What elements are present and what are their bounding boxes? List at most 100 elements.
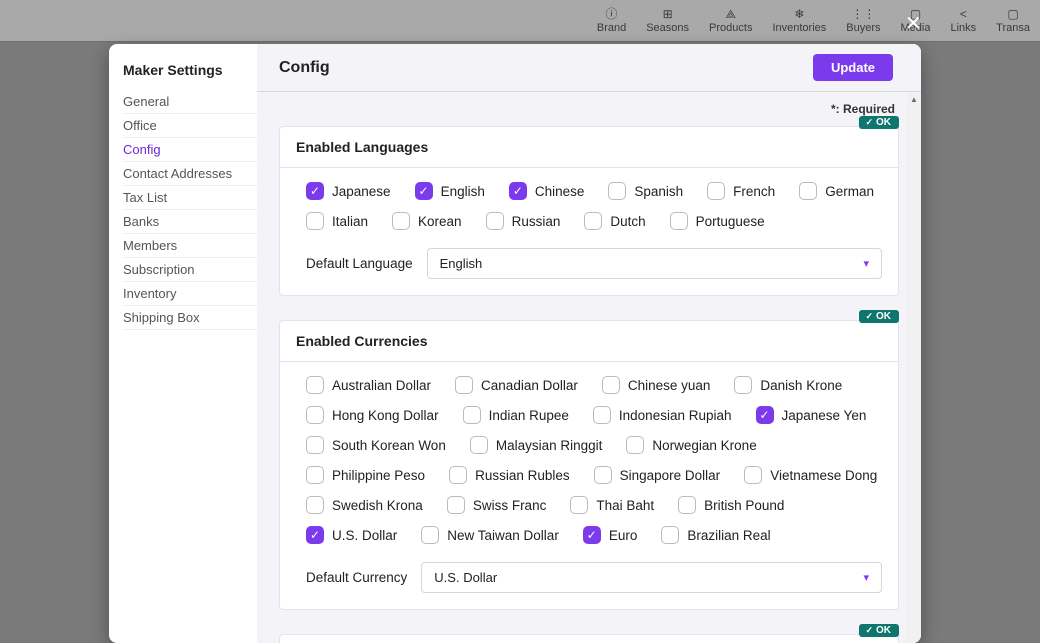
currency-checkbox[interactable]: Vietnamese Dong — [744, 466, 877, 484]
checkbox-icon — [306, 212, 324, 230]
scrollbar[interactable]: ▲ — [907, 92, 921, 643]
default-language-label: Default Language — [306, 256, 413, 271]
topnav-item[interactable]: ❄Inventories — [762, 6, 836, 36]
topnav-icon: ⟁ — [725, 8, 736, 20]
checkbox-label: Singapore Dollar — [620, 468, 721, 483]
currency-checkbox[interactable]: Chinese yuan — [602, 376, 711, 394]
checkbox-icon — [626, 436, 644, 454]
checkbox-icon: ✓ — [306, 526, 324, 544]
languages-card: OK Enabled Languages ✓Japanese✓English✓C… — [279, 126, 899, 296]
checkbox-icon — [799, 182, 817, 200]
content-scroll[interactable]: *: Required OK Enabled Languages ✓Japane… — [257, 92, 921, 643]
currency-checkbox[interactable]: South Korean Won — [306, 436, 446, 454]
topnav-item[interactable]: ⊞Seasons — [636, 6, 699, 36]
checkbox-icon — [584, 212, 602, 230]
currency-checkbox[interactable]: ✓Japanese Yen — [756, 406, 867, 424]
topnav-icon: ⋮⋮ — [851, 8, 875, 20]
default-language-select[interactable]: English ▾ — [427, 248, 882, 279]
sidebar: Maker Settings GeneralOfficeConfigContac… — [109, 44, 257, 643]
language-checkbox[interactable]: Dutch — [584, 212, 645, 230]
checkbox-icon — [594, 466, 612, 484]
currency-checkbox[interactable]: Thai Baht — [570, 496, 654, 514]
currency-checkbox[interactable]: Australian Dollar — [306, 376, 431, 394]
topnav-item[interactable]: <Links — [940, 6, 986, 36]
checkbox-label: Chinese — [535, 184, 585, 199]
currency-checkbox[interactable]: Singapore Dollar — [594, 466, 721, 484]
sidebar-item[interactable]: Contact Addresses — [123, 162, 257, 186]
checkbox-icon — [455, 376, 473, 394]
checkbox-label: Italian — [332, 214, 368, 229]
currency-checkbox[interactable]: Malaysian Ringgit — [470, 436, 603, 454]
language-checkbox[interactable]: ✓Chinese — [509, 182, 585, 200]
page-title: Config — [279, 59, 330, 77]
checkbox-label: Swiss Franc — [473, 498, 547, 513]
currency-checkbox[interactable]: British Pound — [678, 496, 784, 514]
topnav-item[interactable]: ⋮⋮Buyers — [836, 6, 890, 36]
currency-checkbox[interactable]: Indonesian Rupiah — [593, 406, 732, 424]
language-checkbox[interactable]: Portuguese — [670, 212, 765, 230]
language-checkbox[interactable]: ✓Japanese — [306, 182, 391, 200]
checkbox-label: Chinese yuan — [628, 378, 711, 393]
currency-checkbox[interactable]: Hong Kong Dollar — [306, 406, 439, 424]
chevron-down-icon: ▾ — [863, 571, 869, 584]
currency-checkbox[interactable]: Swedish Krona — [306, 496, 423, 514]
checkbox-label: Japanese — [332, 184, 391, 199]
language-checkbox[interactable]: Spanish — [608, 182, 683, 200]
checkbox-label: Vietnamese Dong — [770, 468, 877, 483]
topnav-item[interactable]: ▢Transa — [986, 6, 1040, 36]
currency-checkbox[interactable]: New Taiwan Dollar — [421, 526, 559, 544]
sidebar-item[interactable]: Shipping Box — [123, 306, 257, 330]
language-checkbox[interactable]: Korean — [392, 212, 462, 230]
sidebar-item[interactable]: Members — [123, 234, 257, 258]
checkbox-label: New Taiwan Dollar — [447, 528, 559, 543]
chevron-down-icon: ▾ — [863, 257, 869, 270]
currency-checkbox[interactable]: Swiss Franc — [447, 496, 547, 514]
sidebar-title: Maker Settings — [123, 62, 257, 78]
sidebar-item[interactable]: Inventory — [123, 282, 257, 306]
checkbox-icon — [707, 182, 725, 200]
language-checkbox[interactable]: German — [799, 182, 874, 200]
currency-checkbox[interactable]: Philippine Peso — [306, 466, 425, 484]
ok-badge: OK — [859, 624, 899, 637]
default-currency-label: Default Currency — [306, 570, 407, 585]
topnav-item[interactable]: ⓘBrand — [587, 6, 636, 36]
checkbox-label: British Pound — [704, 498, 784, 513]
sidebar-item[interactable]: Banks — [123, 210, 257, 234]
currencies-card: OK Enabled Currencies Australian DollarC… — [279, 320, 899, 610]
checkbox-icon — [661, 526, 679, 544]
checkbox-label: Russian Rubles — [475, 468, 570, 483]
language-checkbox[interactable]: Russian — [486, 212, 561, 230]
language-checkbox[interactable]: French — [707, 182, 775, 200]
language-checkbox[interactable]: ✓English — [415, 182, 485, 200]
topnav-icon: < — [960, 8, 967, 20]
currency-checkbox[interactable]: ✓ U.S. Dollar — [306, 526, 397, 544]
checkbox-label: U.S. Dollar — [332, 528, 397, 543]
sidebar-item[interactable]: Config — [123, 138, 257, 162]
topnav-icon: ⊞ — [663, 8, 673, 20]
language-checkbox[interactable]: Italian — [306, 212, 368, 230]
currency-checkbox[interactable]: Canadian Dollar — [455, 376, 578, 394]
currency-checkbox[interactable]: ✓Euro — [583, 526, 638, 544]
currency-checkbox[interactable]: Brazilian Real — [661, 526, 770, 544]
currency-checkbox[interactable]: Danish Krone — [734, 376, 842, 394]
checkbox-label: Swedish Krona — [332, 498, 423, 513]
checkbox-icon — [306, 406, 324, 424]
currency-checkbox[interactable]: Indian Rupee — [463, 406, 569, 424]
sidebar-item[interactable]: Tax List — [123, 186, 257, 210]
checkbox-icon — [306, 466, 324, 484]
checkbox-label: Portuguese — [696, 214, 765, 229]
currency-checkbox[interactable]: Norwegian Krone — [626, 436, 756, 454]
checkbox-icon — [447, 496, 465, 514]
sidebar-item[interactable]: Office — [123, 114, 257, 138]
default-currency-select[interactable]: U.S. Dollar ▾ — [421, 562, 882, 593]
close-icon[interactable]: ✕ — [905, 14, 922, 34]
topnav-item[interactable]: ⟁Products — [699, 6, 762, 36]
scroll-up-icon[interactable]: ▲ — [907, 92, 921, 106]
sidebar-item[interactable]: Subscription — [123, 258, 257, 282]
update-button[interactable]: Update — [813, 54, 893, 81]
sidebar-item[interactable]: General — [123, 90, 257, 114]
checkbox-label: Danish Krone — [760, 378, 842, 393]
checkbox-icon — [306, 376, 324, 394]
checkbox-icon — [734, 376, 752, 394]
currency-checkbox[interactable]: Russian Rubles — [449, 466, 570, 484]
